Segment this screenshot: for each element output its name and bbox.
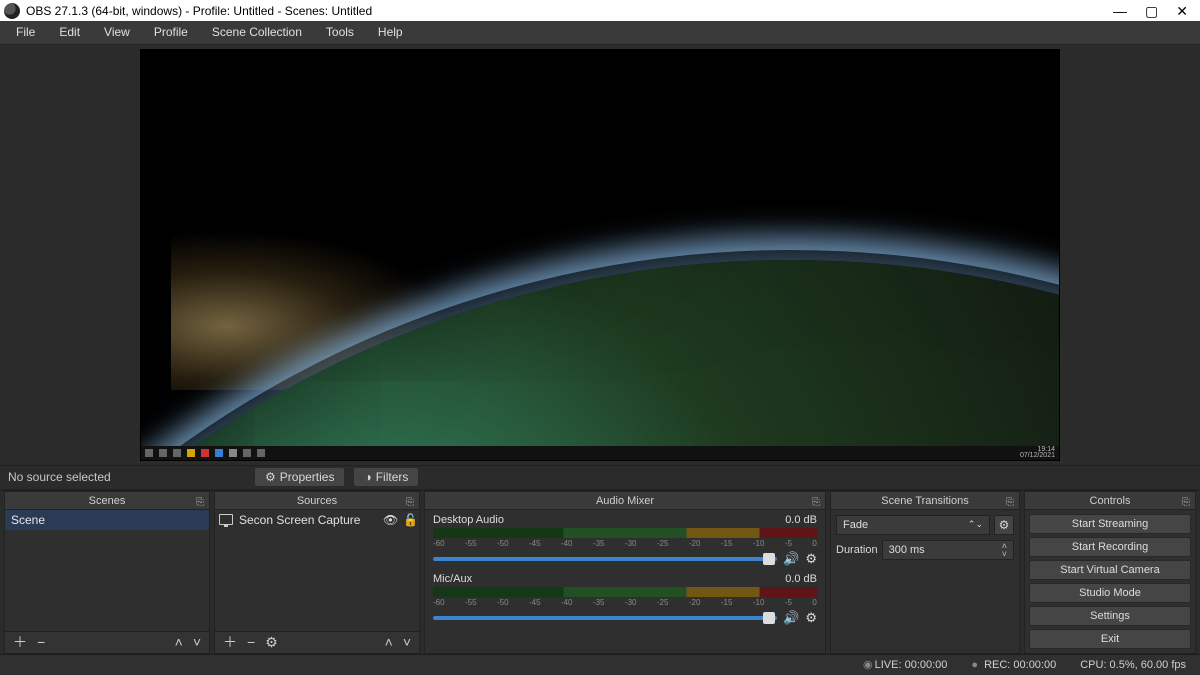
studio-mode-button[interactable]: Studio Mode <box>1029 583 1191 603</box>
speaker-icon[interactable]: 🔊 <box>783 610 799 626</box>
move-scene-up-button[interactable]: ˄ <box>175 634 183 650</box>
status-live: LIVE: 00:00:00 <box>863 658 947 671</box>
move-source-down-button[interactable]: ˅ <box>403 634 411 650</box>
panel-trans-title: Scene Transitions <box>881 495 968 507</box>
panel-scenes: Scenes ⎘ Scene ＋ − ˄ ˅ <box>4 491 210 654</box>
no-source-label: No source selected <box>8 470 246 484</box>
chevron-updown-icon: ⌃⌄ <box>968 519 983 530</box>
filters-icon: ◑ <box>364 470 371 484</box>
statusbar: LIVE: 00:00:00 REC: 00:00:00 CPU: 0.5%, … <box>0 654 1200 675</box>
gear-icon: ⚙ <box>265 470 276 484</box>
speaker-icon[interactable]: 🔊 <box>783 551 799 567</box>
panel-audio-mixer: Audio Mixer ⎘ Desktop Audio 0.0 dB -60-5… <box>424 491 826 654</box>
remove-scene-button[interactable]: − <box>37 634 45 650</box>
exit-button[interactable]: Exit <box>1029 629 1191 649</box>
panel-mixer-header: Audio Mixer ⎘ <box>425 492 825 510</box>
audio-meter-ticks: -60-55-50 -45-40-35 -30-25-20 -15-10-5 0 <box>433 598 817 607</box>
source-name: Secon Screen Capture <box>239 513 360 527</box>
properties-label: Properties <box>280 470 335 484</box>
status-cpu: CPU: 0.5%, 60.00 fps <box>1080 659 1186 671</box>
panel-sources: Sources ⎘ Secon Screen Capture 👁 🔓 ＋ − ⚙… <box>214 491 420 654</box>
mixer-channel-level: 0.0 dB <box>785 573 817 585</box>
panel-scenes-header: Scenes ⎘ <box>5 492 209 510</box>
panel-controls: Controls ⎘ Start Streaming Start Recordi… <box>1024 491 1196 654</box>
panel-mixer-title: Audio Mixer <box>596 495 654 507</box>
gear-icon[interactable]: ⚙ <box>805 551 817 567</box>
menubar: File Edit View Profile Scene Collection … <box>0 21 1200 44</box>
menu-file[interactable]: File <box>6 23 45 41</box>
settings-button[interactable]: Settings <box>1029 606 1191 626</box>
gear-icon: ⚙ <box>999 518 1010 532</box>
start-virtual-camera-button[interactable]: Start Virtual Camera <box>1029 560 1191 580</box>
panel-sources-title: Sources <box>297 495 337 507</box>
sources-toolbar: ＋ − ⚙ ˄ ˅ <box>215 631 419 653</box>
maximize-icon[interactable]: ▢ <box>1145 4 1158 18</box>
undock-icon[interactable]: ⎘ <box>1004 494 1016 506</box>
spin-updown-icon[interactable]: ˄˅ <box>1002 542 1007 558</box>
transition-select[interactable]: Fade ⌃⌄ <box>836 515 990 535</box>
menu-help[interactable]: Help <box>368 23 413 41</box>
move-source-up-button[interactable]: ˄ <box>385 634 393 650</box>
preview-area[interactable]: 19:1407/12/2021 <box>0 45 1200 465</box>
menu-profile[interactable]: Profile <box>144 23 198 41</box>
undock-icon[interactable]: ⎘ <box>1180 494 1192 506</box>
mixer-channel-name: Mic/Aux <box>433 573 472 585</box>
volume-slider[interactable] <box>433 616 777 620</box>
close-icon[interactable]: ✕ <box>1176 4 1188 18</box>
mixer-channel-name: Desktop Audio <box>433 514 504 526</box>
menu-edit[interactable]: Edit <box>49 23 90 41</box>
add-source-button[interactable]: ＋ <box>223 632 237 652</box>
filters-label: Filters <box>376 470 409 484</box>
scenes-toolbar: ＋ − ˄ ˅ <box>5 631 209 653</box>
audio-meter <box>433 528 817 538</box>
audio-meter-ticks: -60-55-50 -45-40-35 -30-25-20 -15-10-5 0 <box>433 539 817 548</box>
mixer-channel-level: 0.0 dB <box>785 514 817 526</box>
filters-button[interactable]: ◑ Filters <box>353 467 419 487</box>
panel-controls-title: Controls <box>1090 495 1131 507</box>
start-streaming-button[interactable]: Start Streaming <box>1029 514 1191 534</box>
minimize-icon[interactable]: — <box>1113 4 1127 18</box>
status-rec: REC: 00:00:00 <box>971 659 1056 671</box>
volume-slider[interactable] <box>433 557 777 561</box>
remove-source-button[interactable]: − <box>247 634 255 650</box>
mixer-channel: Mic/Aux 0.0 dB -60-55-50 -45-40-35 -30-2… <box>425 569 825 628</box>
undock-icon[interactable]: ⎘ <box>810 494 822 506</box>
audio-meter <box>433 587 817 597</box>
source-row[interactable]: Secon Screen Capture 👁 🔓 <box>215 510 419 530</box>
source-context-bar: No source selected ⚙ Properties ◑ Filter… <box>0 465 1200 490</box>
move-scene-down-button[interactable]: ˅ <box>193 634 201 650</box>
duration-value: 300 ms <box>889 544 925 556</box>
panel-controls-header: Controls ⎘ <box>1025 492 1195 510</box>
transition-selected-label: Fade <box>843 519 868 531</box>
add-scene-button[interactable]: ＋ <box>13 632 27 652</box>
display-capture-icon <box>219 514 233 525</box>
undock-icon[interactable]: ⎘ <box>194 494 206 506</box>
properties-button[interactable]: ⚙ Properties <box>254 467 345 487</box>
transition-settings-button[interactable]: ⚙ <box>994 515 1014 535</box>
captured-taskbar: 19:1407/12/2021 <box>141 446 1059 460</box>
preview-canvas[interactable]: 19:1407/12/2021 <box>140 49 1060 461</box>
window-titlebar: OBS 27.1.3 (64-bit, windows) - Profile: … <box>0 0 1200 21</box>
panel-scenes-title: Scenes <box>89 495 126 507</box>
menu-view[interactable]: View <box>94 23 140 41</box>
scene-row-active[interactable]: Scene <box>5 510 209 530</box>
obs-app-icon <box>4 3 20 19</box>
start-recording-button[interactable]: Start Recording <box>1029 537 1191 557</box>
menu-tools[interactable]: Tools <box>316 23 364 41</box>
undock-icon[interactable]: ⎘ <box>404 494 416 506</box>
panel-trans-header: Scene Transitions ⎘ <box>831 492 1019 510</box>
source-properties-button[interactable]: ⚙ <box>265 634 278 651</box>
panel-scene-transitions: Scene Transitions ⎘ Fade ⌃⌄ ⚙ Duration 3… <box>830 491 1020 654</box>
gear-icon[interactable]: ⚙ <box>805 610 817 626</box>
duration-field[interactable]: 300 ms ˄˅ <box>882 540 1014 560</box>
lock-toggle-icon[interactable]: 🔓 <box>403 513 415 527</box>
duration-label: Duration <box>836 544 878 556</box>
window-title: OBS 27.1.3 (64-bit, windows) - Profile: … <box>26 4 1113 18</box>
mixer-channel: Desktop Audio 0.0 dB -60-55-50 -45-40-35… <box>425 510 825 569</box>
menu-scene-collection[interactable]: Scene Collection <box>202 23 312 41</box>
panel-sources-header: Sources ⎘ <box>215 492 419 510</box>
bottom-docks: Scenes ⎘ Scene ＋ − ˄ ˅ Sources ⎘ Secon S… <box>0 490 1200 654</box>
visibility-toggle-icon[interactable]: 👁 <box>383 513 397 527</box>
